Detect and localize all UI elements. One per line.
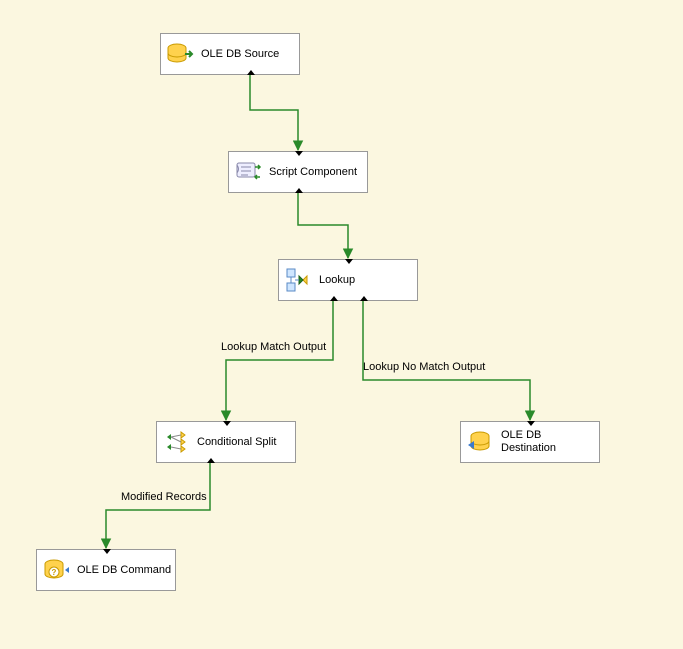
node-ole-db-command[interactable]: ? OLE DB Command [36, 549, 176, 591]
edge-modified-records[interactable] [106, 463, 210, 548]
edge-label-modified-records: Modified Records [121, 491, 207, 503]
script-icon [233, 157, 263, 187]
node-script-component[interactable]: Script Component [228, 151, 368, 193]
svg-text:?: ? [52, 568, 57, 577]
split-icon [161, 427, 191, 457]
node-label: OLE DB Command [77, 564, 171, 577]
node-lookup[interactable]: Lookup [278, 259, 418, 301]
node-label: OLE DB Source [201, 48, 279, 61]
edge-source-to-script[interactable] [250, 75, 298, 150]
edge-label-lookup-match: Lookup Match Output [221, 341, 326, 353]
node-label: OLE DB Destination [501, 429, 599, 454]
db-destination-icon [465, 427, 495, 457]
edge-script-to-lookup[interactable] [298, 193, 348, 258]
db-command-icon: ? [41, 555, 71, 585]
db-source-icon [165, 39, 195, 69]
edge-label-lookup-nomatch: Lookup No Match Output [363, 361, 485, 373]
edge-lookup-match[interactable] [226, 301, 333, 420]
node-label: Script Component [269, 166, 357, 179]
node-label: Conditional Split [197, 436, 277, 449]
node-ole-db-source[interactable]: OLE DB Source [160, 33, 300, 75]
node-conditional-split[interactable]: Conditional Split [156, 421, 296, 463]
node-label: Lookup [319, 274, 355, 287]
lookup-icon [283, 265, 313, 295]
node-ole-db-destination[interactable]: OLE DB Destination [460, 421, 600, 463]
